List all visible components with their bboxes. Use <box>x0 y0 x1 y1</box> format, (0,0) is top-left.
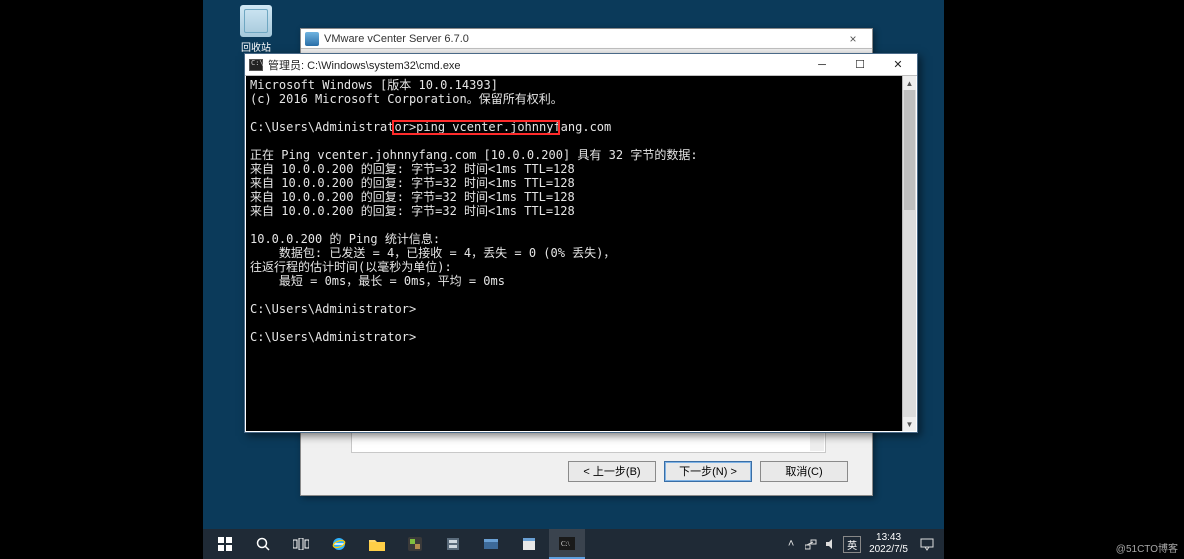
scrollbar-thumb[interactable] <box>904 90 915 210</box>
task-view-button[interactable] <box>283 529 319 559</box>
vcenter-button-row: < 上一步(B) 下一步(N) > 取消(C) <box>301 457 872 485</box>
app-icon <box>483 536 499 552</box>
clock-date: 2022/7/5 <box>869 544 908 556</box>
cmd-scrollbar[interactable]: ▲ ▼ <box>902 76 916 431</box>
cmd-app-icon <box>249 59 263 71</box>
taskbar-clock[interactable]: 13:43 2022/7/5 <box>865 532 912 556</box>
action-center-button[interactable] <box>916 533 938 555</box>
recycle-bin-icon <box>240 5 272 37</box>
taskbar-search-button[interactable] <box>245 529 281 559</box>
taskbar-ie[interactable] <box>321 529 357 559</box>
stage: 回收站 VMware vCenter Server 6.7.0 × < 上一步(… <box>0 0 1184 559</box>
installer-icon <box>521 536 537 552</box>
cmd-icon: C:\ <box>559 537 575 550</box>
ime-indicator[interactable]: 英 <box>843 536 861 553</box>
cmd-ping-command: ping vcenter.johnnyfang.com <box>416 120 611 134</box>
search-icon <box>256 537 270 551</box>
cmd-title: 管理员: C:\Windows\system32\cmd.exe <box>268 57 461 73</box>
svg-text:C:\: C:\ <box>561 540 570 548</box>
ie-icon <box>331 536 347 552</box>
taskbar-vmware[interactable] <box>397 529 433 559</box>
scrollbar-down-icon[interactable]: ▼ <box>903 417 916 431</box>
cmd-maximize-button[interactable]: ☐ <box>841 54 879 76</box>
clock-time: 13:43 <box>869 532 908 544</box>
taskbar[interactable]: C:\ ˄ 英 13:43 2022/7/5 <box>203 529 944 559</box>
taskbar-server-manager[interactable] <box>435 529 471 559</box>
folder-icon <box>369 538 385 551</box>
desktop[interactable]: 回收站 VMware vCenter Server 6.7.0 × < 上一步(… <box>203 0 944 559</box>
cmd-titlebar[interactable]: 管理员: C:\Windows\system32\cmd.exe ─ ☐ ✕ <box>245 54 917 76</box>
vcenter-close-button[interactable]: × <box>838 32 868 46</box>
cmd-minimize-button[interactable]: ─ <box>803 54 841 76</box>
vcenter-titlebar[interactable]: VMware vCenter Server 6.7.0 × <box>301 29 872 49</box>
back-button[interactable]: < 上一步(B) <box>568 461 656 482</box>
recycle-bin-label: 回收站 <box>231 39 281 54</box>
vmware-icon <box>407 536 423 552</box>
cmd-window[interactable]: 管理员: C:\Windows\system32\cmd.exe ─ ☐ ✕ M… <box>244 53 918 433</box>
cmd-output: Microsoft Windows [版本 10.0.14393] (c) 20… <box>246 76 902 431</box>
next-button[interactable]: 下一步(N) > <box>664 461 752 482</box>
tray-chevron-icon[interactable]: ˄ <box>783 536 799 552</box>
taskbar-explorer[interactable] <box>359 529 395 559</box>
watermark: @51CTO博客 <box>1116 540 1178 555</box>
recycle-bin[interactable]: 回收站 <box>231 5 281 54</box>
cmd-close-button[interactable]: ✕ <box>879 54 917 76</box>
tray-volume-icon[interactable] <box>823 536 839 552</box>
taskbar-app-2[interactable] <box>473 529 509 559</box>
scrollbar-up-icon[interactable]: ▲ <box>903 76 916 90</box>
cmd-terminal[interactable]: Microsoft Windows [版本 10.0.14393] (c) 20… <box>246 76 916 431</box>
taskbar-installer[interactable] <box>511 529 547 559</box>
server-manager-icon <box>445 536 461 552</box>
system-tray[interactable]: ˄ 英 13:43 2022/7/5 <box>783 532 944 556</box>
windows-logo-icon <box>218 537 232 551</box>
vcenter-app-icon <box>305 32 319 46</box>
notification-icon <box>920 537 934 551</box>
taskview-icon <box>293 538 309 550</box>
taskbar-cmd[interactable]: C:\ <box>549 529 585 559</box>
tray-network-icon[interactable] <box>803 536 819 552</box>
start-button[interactable] <box>207 529 243 559</box>
vcenter-textarea-scrollbar[interactable] <box>810 431 824 451</box>
vcenter-title: VMware vCenter Server 6.7.0 <box>324 33 469 45</box>
cancel-button[interactable]: 取消(C) <box>760 461 848 482</box>
